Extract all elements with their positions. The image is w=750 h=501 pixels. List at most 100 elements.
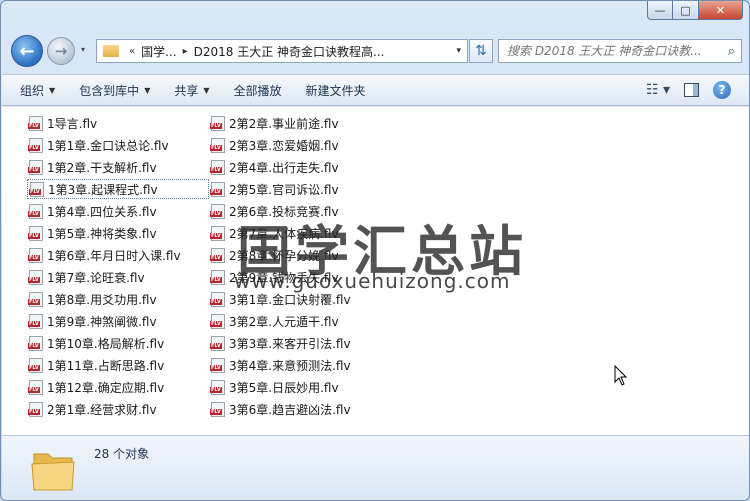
maximize-button[interactable]: □ xyxy=(673,1,699,20)
file-name: 1第8章.用爻功用.flv xyxy=(47,292,157,307)
minimize-button[interactable]: — xyxy=(647,1,673,20)
file-name: 1第9章.神煞阐微.flv xyxy=(47,314,157,329)
toolbar-button-4[interactable]: 新建文件夹 xyxy=(306,82,366,99)
file-item[interactable]: 2第2章.事业前途.flv xyxy=(209,113,409,133)
breadcrumb-segment-current[interactable]: D2018 王大正 神奇金口诀教程高... xyxy=(194,43,385,60)
file-item[interactable]: 1第10章.格局解析.flv xyxy=(27,333,209,353)
file-name: 2第8章.怀孕分娩.flv xyxy=(229,248,339,263)
flv-file-icon xyxy=(210,225,225,241)
item-count: 28 个对象 xyxy=(94,447,150,461)
file-item[interactable]: 3第4章.来意预测法.flv xyxy=(209,355,409,375)
file-item[interactable]: 3第3章.来客开引法.flv xyxy=(209,333,409,353)
file-name: 1第10章.格局解析.flv xyxy=(47,336,165,351)
preview-pane-icon[interactable] xyxy=(684,83,699,97)
file-name: 1第6章.年月日时入课.flv xyxy=(47,248,181,263)
file-name: 3第2章.人元遁干.flv xyxy=(229,314,339,329)
forward-button[interactable]: → xyxy=(47,37,75,65)
file-item[interactable]: 2第3章.恋爱婚姻.flv xyxy=(209,135,409,155)
flv-file-icon xyxy=(28,313,43,329)
search-box[interactable]: ⌕ xyxy=(498,39,742,63)
file-item[interactable]: 1第4章.四位关系.flv xyxy=(27,201,209,221)
toolbar-button-label: 包含到库中 xyxy=(79,83,140,98)
flv-file-icon xyxy=(28,115,43,131)
file-item[interactable]: 3第1章.金口诀射覆.flv xyxy=(209,289,409,309)
flv-file-icon xyxy=(210,137,225,153)
flv-file-icon xyxy=(28,291,43,307)
file-name: 1第3章.起课程式.flv xyxy=(48,182,158,197)
flv-file-icon xyxy=(28,159,43,175)
file-item[interactable]: 3第6章.趋吉避凶法.flv xyxy=(209,399,409,419)
file-item[interactable]: 2第1章.经营求财.flv xyxy=(27,399,209,419)
change-view-icon[interactable]: ☷ ▾ xyxy=(646,82,670,98)
file-list-pane[interactable]: 1导言.flv 1第1章.金口诀总论.flv 1第2章.干支解析.flv 1第3章.起… xyxy=(2,107,749,435)
flv-file-icon xyxy=(28,335,43,351)
file-item[interactable]: 1导言.flv xyxy=(27,113,209,133)
mouse-cursor-icon xyxy=(614,365,628,386)
back-button[interactable]: ← xyxy=(11,35,43,67)
file-item[interactable]: 2第8章.怀孕分娩.flv xyxy=(209,245,409,265)
refresh-button[interactable]: ⇅ xyxy=(469,39,493,63)
file-name: 2第1章.经营求财.flv xyxy=(47,402,157,417)
breadcrumb-segment[interactable]: 国学... xyxy=(141,43,176,60)
file-item[interactable]: 1第11章.占断思路.flv xyxy=(27,355,209,375)
file-item[interactable]: 2第7章.人体疾病.flv xyxy=(209,223,409,243)
file-item[interactable]: 1第12章.确定应期.flv xyxy=(27,377,209,397)
breadcrumb-separator[interactable]: ▸ xyxy=(183,46,188,57)
file-item[interactable]: 2第6章.投标竞赛.flv xyxy=(209,201,409,221)
flv-file-icon xyxy=(28,269,43,285)
file-name: 1第7章.论旺衰.flv xyxy=(47,270,145,285)
toolbar-button-0[interactable]: 组织 ▼ xyxy=(20,82,55,99)
flv-file-icon xyxy=(210,269,225,285)
toolbar-button-label: 共享 xyxy=(174,83,199,98)
flv-file-icon xyxy=(210,203,225,219)
refresh-icon: ⇅ xyxy=(475,43,487,59)
address-bar[interactable]: « 国学... ▸ D2018 王大正 神奇金口诀教程高... ▾ xyxy=(96,39,468,63)
details-pane: 28 个对象 xyxy=(2,435,749,500)
file-item[interactable]: 1第3章.起课程式.flv xyxy=(27,179,209,199)
file-item[interactable]: 1第5章.神将类象.flv xyxy=(27,223,209,243)
flv-file-icon xyxy=(210,159,225,175)
file-name: 1第11章.占断思路.flv xyxy=(47,358,165,373)
search-icon[interactable]: ⌕ xyxy=(728,44,735,59)
toolbar-button-label: 全部播放 xyxy=(233,83,282,98)
recent-pages-button[interactable]: ▾ xyxy=(81,45,85,54)
folder-icon xyxy=(31,453,75,491)
file-name: 1第12章.确定应期.flv xyxy=(47,380,165,395)
dropdown-arrow-icon: ▼ xyxy=(144,85,151,95)
flv-file-icon xyxy=(28,379,43,395)
file-item[interactable]: 1第2章.干支解析.flv xyxy=(27,157,209,177)
file-list: 1导言.flv 1第1章.金口诀总论.flv 1第2章.干支解析.flv 1第3章.起… xyxy=(27,113,409,421)
toolbar-button-1[interactable]: 包含到库中 ▼ xyxy=(79,82,150,99)
forward-arrow-icon: → xyxy=(54,42,68,60)
file-item[interactable]: 1第6章.年月日时入课.flv xyxy=(27,245,209,265)
file-item[interactable]: 2第4章.出行走失.flv xyxy=(209,157,409,177)
file-item[interactable]: 1第9章.神煞阐微.flv xyxy=(27,311,209,331)
toolbar-button-2[interactable]: 共享 ▼ xyxy=(174,82,209,99)
flv-file-icon xyxy=(28,137,43,153)
file-item[interactable]: 1第8章.用爻功用.flv xyxy=(27,289,209,309)
file-name: 3第3章.来客开引法.flv xyxy=(229,336,351,351)
file-item[interactable]: 2第9章.钱物丢失.flv xyxy=(209,267,409,287)
file-item[interactable]: 3第2章.人元遁干.flv xyxy=(209,311,409,331)
flv-file-icon xyxy=(28,357,43,373)
dropdown-arrow-icon: ▼ xyxy=(49,85,56,95)
file-item[interactable]: 2第5章.官司诉讼.flv xyxy=(209,179,409,199)
file-name: 2第3章.恋爱婚姻.flv xyxy=(229,138,339,153)
file-name: 2第5章.官司诉讼.flv xyxy=(229,182,339,197)
flv-file-icon xyxy=(28,225,43,241)
file-item[interactable]: 1第1章.金口诀总论.flv xyxy=(27,135,209,155)
file-name: 1导言.flv xyxy=(47,116,98,131)
file-item[interactable]: 3第5章.日辰妙用.flv xyxy=(209,377,409,397)
file-name: 2第7章.人体疾病.flv xyxy=(229,226,339,241)
address-dropdown-icon[interactable]: ▾ xyxy=(456,46,461,56)
help-icon[interactable]: ? xyxy=(713,81,731,99)
toolbar-right: ☷ ▾ ? xyxy=(646,81,731,99)
close-button[interactable]: ✕ xyxy=(699,1,743,20)
file-name: 1第4章.四位关系.flv xyxy=(47,204,157,219)
address-overflow-button[interactable]: « xyxy=(129,46,135,57)
toolbar-button-3[interactable]: 全部播放 xyxy=(234,82,282,99)
file-name: 1第1章.金口诀总论.flv xyxy=(47,138,169,153)
file-name: 3第1章.金口诀射覆.flv xyxy=(229,292,351,307)
file-item[interactable]: 1第7章.论旺衰.flv xyxy=(27,267,209,287)
search-input[interactable] xyxy=(507,44,717,58)
